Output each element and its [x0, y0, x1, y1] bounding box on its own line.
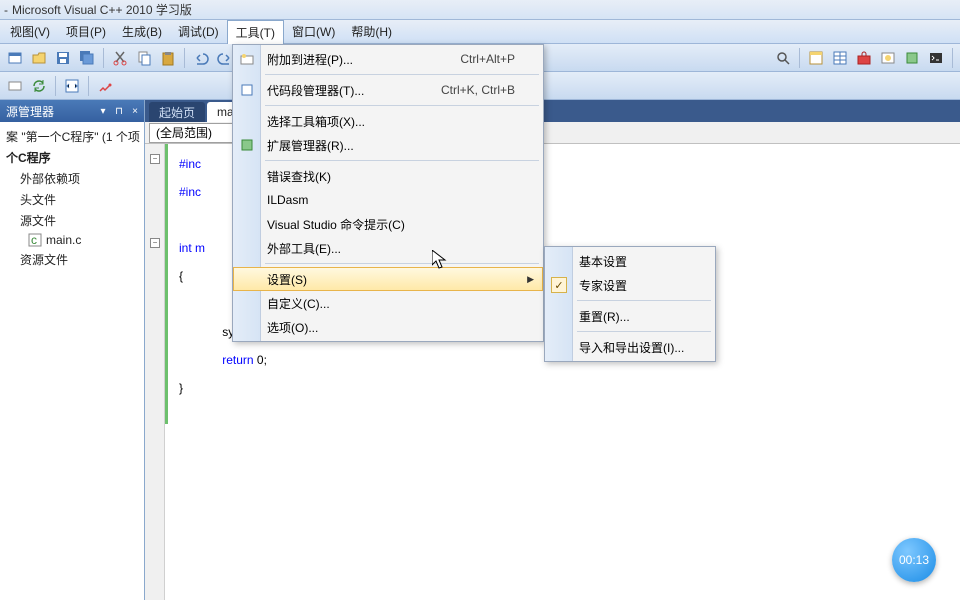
tab-start-page[interactable]: 起始页 — [149, 102, 205, 122]
solution-explorer-title: 源管理器 — [6, 103, 54, 120]
menu-build[interactable]: 生成(B) — [114, 20, 170, 43]
menu-window[interactable]: 窗口(W) — [284, 20, 343, 43]
solution-explorer-header: 源管理器 ▾ ⊓ × — [0, 100, 144, 122]
show-all-icon[interactable] — [4, 75, 26, 97]
cut-icon[interactable] — [109, 47, 131, 69]
open-icon[interactable] — [28, 47, 50, 69]
c-file-icon: c — [28, 233, 42, 247]
collapse-icon[interactable]: − — [150, 154, 160, 164]
app-title: Microsoft Visual C++ 2010 学习版 — [12, 1, 192, 18]
undo-icon[interactable] — [190, 47, 212, 69]
project-node[interactable]: 个C程序 — [2, 147, 142, 168]
collapse-icon[interactable]: − — [150, 238, 160, 248]
paste-icon[interactable] — [157, 47, 179, 69]
attach-icon — [239, 51, 255, 67]
solution-explorer: 源管理器 ▾ ⊓ × 案 "第一个C程序" (1 个项 个C程序 外部依赖项 头… — [0, 100, 145, 600]
menu-choose-toolbox[interactable]: 选择工具箱项(X)... — [233, 109, 543, 133]
submenu-basic[interactable]: 基本设置 — [545, 249, 715, 273]
menu-help[interactable]: 帮助(H) — [343, 20, 400, 43]
gutter — [145, 144, 165, 600]
menu-options[interactable]: 选项(O)... — [233, 315, 543, 339]
solution-explorer-icon[interactable] — [805, 47, 827, 69]
menu-project[interactable]: 项目(P) — [58, 20, 114, 43]
menu-error-lookup[interactable]: 错误查找(K) — [233, 164, 543, 188]
ext-icon — [239, 137, 255, 153]
resources-node[interactable]: 资源文件 — [2, 249, 142, 270]
menu-debug[interactable]: 调试(D) — [170, 20, 227, 43]
check-icon: ✓ — [551, 277, 567, 293]
menu-view[interactable]: 视图(V) — [2, 20, 58, 43]
toolbox-icon[interactable] — [853, 47, 875, 69]
menu-customize[interactable]: 自定义(C)... — [233, 291, 543, 315]
menu-external-tools[interactable]: 外部工具(E)... — [233, 236, 543, 260]
find-icon[interactable] — [772, 47, 794, 69]
solution-node[interactable]: 案 "第一个C程序" (1 个项 — [2, 126, 142, 147]
ext-deps-node[interactable]: 外部依赖项 — [2, 168, 142, 189]
pin-icon[interactable]: ⊓ — [112, 104, 126, 118]
sources-node[interactable]: 源文件 — [2, 210, 142, 231]
submenu-expert[interactable]: ✓ 专家设置 — [545, 273, 715, 297]
headers-node[interactable]: 头文件 — [2, 189, 142, 210]
menu-attach-process[interactable]: 附加到进程(P)...Ctrl+Alt+P — [233, 47, 543, 71]
titlebar: - Microsoft Visual C++ 2010 学习版 — [0, 0, 960, 20]
view-code-icon[interactable] — [61, 75, 83, 97]
time-badge: 00:13 — [892, 538, 936, 582]
dropdown-icon[interactable]: ▾ — [96, 104, 110, 118]
save-all-icon[interactable] — [76, 47, 98, 69]
submenu-import-export[interactable]: 导入和导出设置(I)... — [545, 335, 715, 359]
mainc-node[interactable]: cmain.c — [2, 231, 142, 249]
menu-tools[interactable]: 工具(T) — [227, 20, 284, 44]
menubar: 视图(V) 项目(P) 生成(B) 调试(D) 工具(T) 窗口(W) 帮助(H… — [0, 20, 960, 44]
change-marker — [165, 144, 168, 424]
submenu-reset[interactable]: 重置(R)... — [545, 304, 715, 328]
properties-icon[interactable] — [829, 47, 851, 69]
menu-settings[interactable]: 设置(S)▶ — [233, 267, 543, 291]
svg-text:c: c — [31, 233, 37, 247]
properties2-icon[interactable] — [94, 75, 116, 97]
menu-vs-prompt[interactable]: Visual Studio 命令提示(C) — [233, 212, 543, 236]
menu-code-snippets[interactable]: 代码段管理器(T)...Ctrl+K, Ctrl+B — [233, 78, 543, 102]
ext-mgr-icon[interactable] — [901, 47, 923, 69]
new-project-icon[interactable] — [4, 47, 26, 69]
menu-extension-manager[interactable]: 扩展管理器(R)... — [233, 133, 543, 157]
start-page-icon[interactable] — [877, 47, 899, 69]
snippets-icon — [239, 82, 255, 98]
solution-tree: 案 "第一个C程序" (1 个项 个C程序 外部依赖项 头文件 源文件 cmai… — [0, 122, 144, 274]
refresh-icon[interactable] — [28, 75, 50, 97]
copy-icon[interactable] — [133, 47, 155, 69]
close-icon[interactable]: × — [128, 104, 142, 118]
tools-menu: 附加到进程(P)...Ctrl+Alt+P 代码段管理器(T)...Ctrl+K… — [232, 44, 544, 342]
settings-submenu: 基本设置 ✓ 专家设置 重置(R)... 导入和导出设置(I)... — [544, 246, 716, 362]
menu-ildasm[interactable]: ILDasm — [233, 188, 543, 212]
save-icon[interactable] — [52, 47, 74, 69]
cmd-window-icon[interactable] — [925, 47, 947, 69]
